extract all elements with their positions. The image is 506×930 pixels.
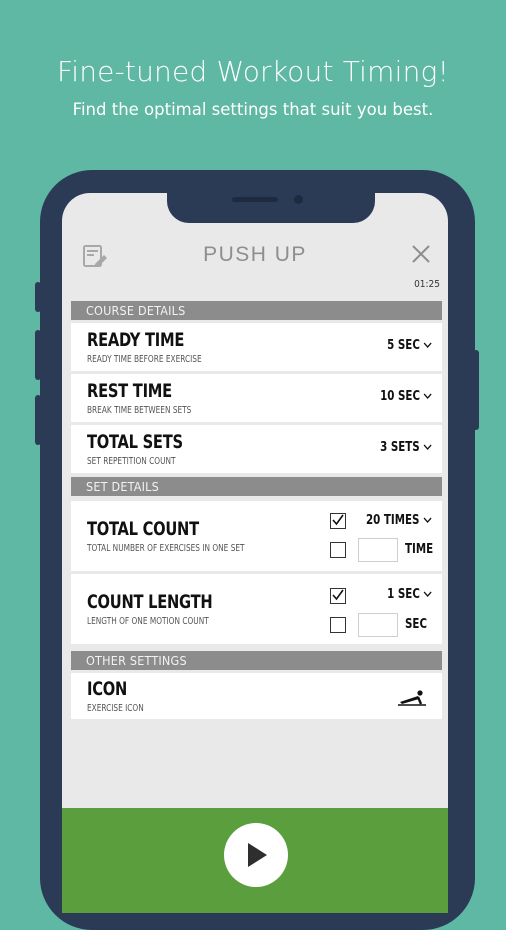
row-description: READY TIME BEFORE EXERCISE (87, 354, 202, 365)
ready-time-dropdown[interactable]: 5 SEC (387, 338, 432, 353)
elapsed-time: 01:25 (414, 279, 440, 290)
total-count-dropdown[interactable]: 20 TIMES (366, 513, 432, 528)
chevron-down-icon (423, 517, 432, 523)
setting-row-total-count: TOTAL COUNT TOTAL NUMBER OF EXERCISES IN… (71, 501, 442, 571)
chevron-down-icon (423, 591, 432, 597)
push-up-icon[interactable] (397, 687, 427, 707)
row-title: READY TIME (87, 329, 185, 351)
phone-camera (294, 195, 303, 204)
start-bar (62, 808, 448, 913)
chevron-down-icon (423, 342, 432, 348)
total-count-times-checkbox[interactable] (330, 513, 346, 529)
row-description: TOTAL NUMBER OF EXERCISES IN ONE SET (87, 543, 245, 554)
row-title: COUNT LENGTH (87, 591, 213, 613)
promo-headline: Fine-tuned Workout Timing! (56, 55, 449, 88)
total-count-time-input[interactable] (358, 538, 398, 562)
dropdown-value: 10 SEC (379, 389, 420, 404)
play-button[interactable] (224, 823, 288, 887)
setting-row-rest-time[interactable]: REST TIME BREAK TIME BETWEEN SETS 10 SEC (71, 374, 442, 422)
check-icon (332, 514, 344, 526)
phone-notch (167, 183, 375, 223)
setting-row-ready-time[interactable]: READY TIME READY TIME BEFORE EXERCISE 5 … (71, 323, 442, 371)
chevron-down-icon (423, 393, 432, 399)
total-sets-dropdown[interactable]: 3 SETS (380, 440, 432, 455)
count-length-sec-checkbox[interactable] (330, 617, 346, 633)
page-title: PUSH UP (203, 243, 307, 266)
row-title: TOTAL COUNT (87, 518, 199, 540)
count-length-dropdown[interactable]: 1 SEC (387, 587, 432, 602)
chevron-down-icon (423, 444, 432, 450)
setting-row-total-sets[interactable]: TOTAL SETS SET REPETITION COUNT 3 SETS (71, 425, 442, 473)
close-icon[interactable] (410, 243, 432, 265)
rest-time-dropdown[interactable]: 10 SEC (380, 389, 432, 404)
phone-speaker (232, 197, 278, 202)
dropdown-value: 3 SETS (380, 440, 420, 455)
section-header-course: COURSE DETAILS (71, 301, 442, 320)
check-icon (332, 589, 344, 601)
row-description: EXERCISE ICON (87, 703, 144, 714)
count-length-checkbox[interactable] (330, 588, 346, 604)
dropdown-value: 1 SEC (386, 587, 420, 602)
row-description: BREAK TIME BETWEEN SETS (87, 405, 192, 416)
row-description: SET REPETITION COUNT (87, 456, 176, 467)
row-title: ICON (87, 678, 128, 700)
setting-row-icon[interactable]: ICON EXERCISE ICON (71, 673, 442, 719)
row-description: LENGTH OF ONE MOTION COUNT (87, 616, 209, 627)
section-header-set: SET DETAILS (71, 477, 442, 496)
promo-subline: Find the optimal settings that suit you … (72, 100, 434, 119)
section-header-other: OTHER SETTINGS (71, 651, 442, 670)
unit-label: SEC (405, 617, 427, 632)
row-title: TOTAL SETS (87, 431, 183, 453)
dropdown-value: 5 SEC (386, 338, 420, 353)
total-count-time-checkbox[interactable] (330, 542, 346, 558)
unit-label: TIME (405, 542, 434, 557)
app-screen: PUSH UP 01:25 COURSE DETAILS READY TIME … (62, 193, 448, 913)
play-icon (248, 843, 267, 867)
dropdown-value: 20 TIMES (366, 513, 420, 528)
setting-row-count-length: COUNT LENGTH LENGTH OF ONE MOTION COUNT … (71, 574, 442, 644)
count-length-sec-input[interactable] (358, 613, 398, 637)
row-title: REST TIME (87, 380, 172, 402)
